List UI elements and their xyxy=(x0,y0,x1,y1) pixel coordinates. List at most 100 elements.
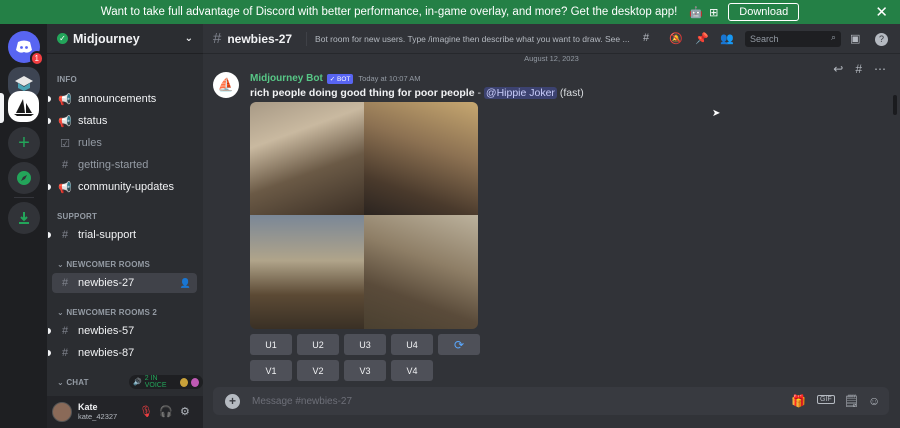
category-newcomer-rooms[interactable]: ⌄ NEWCOMER ROOMS xyxy=(57,260,150,269)
mute-microphone-icon[interactable]: 🎙 xyxy=(139,405,153,418)
threads-hash-icon: # xyxy=(61,347,69,359)
voice-count: 2 IN VOICE xyxy=(144,375,167,389)
gear-icon[interactable]: ⚙ xyxy=(180,405,190,418)
avatar[interactable] xyxy=(52,402,72,422)
message-input[interactable]: Message #newbies-27 xyxy=(252,396,352,407)
close-icon[interactable]: ✕ xyxy=(875,3,888,21)
channel-label: getting-started xyxy=(78,159,149,171)
server-header[interactable]: ✓ Midjourney ⌄ xyxy=(47,24,203,54)
variation-button-3[interactable]: V3 xyxy=(344,360,386,381)
date-divider: August 12, 2023 xyxy=(524,54,579,63)
more-options-icon[interactable]: ⋯ xyxy=(874,62,886,76)
chat-area: August 12, 2023 ↩ # ⋯ ⛵ Midjourney Bot ✓… xyxy=(203,54,900,428)
attach-plus-icon[interactable]: + xyxy=(225,393,240,409)
category-info[interactable]: INFO xyxy=(57,75,77,84)
message-content: rich people doing good thing for poor pe… xyxy=(250,87,584,99)
threads-hash-icon: # xyxy=(61,277,69,289)
chevron-down-icon[interactable]: ⌄ xyxy=(185,33,193,44)
channel-label: newbies-27 xyxy=(78,277,135,289)
voice-avatar xyxy=(191,377,200,387)
add-server-icon[interactable]: + xyxy=(8,127,40,159)
explore-icon[interactable] xyxy=(8,162,40,194)
variation-button-4[interactable]: V4 xyxy=(391,360,433,381)
verified-icon: ✓ xyxy=(57,33,68,44)
variation-button-2[interactable]: V2 xyxy=(297,360,339,381)
invite-icon[interactable]: 👤 xyxy=(180,278,191,289)
voice-status-badge[interactable]: 🔊 2 IN VOICE xyxy=(129,375,203,389)
channel-label: rules xyxy=(78,137,102,149)
megaphone-icon: 📢 xyxy=(58,93,72,106)
category-support[interactable]: SUPPORT xyxy=(57,212,97,221)
image-grid[interactable] xyxy=(250,102,478,329)
threads-hash-icon: # xyxy=(61,325,69,337)
checkbox-icon: ☑ xyxy=(60,137,70,150)
desktop-app-banner: Want to take full advantage of Discord w… xyxy=(0,0,900,24)
unread-indicator xyxy=(48,328,51,334)
channel-community-updates[interactable]: 📢 community-updates xyxy=(48,177,197,197)
user-info[interactable]: Kate kate_42327 xyxy=(78,402,117,422)
midjourney-server-icon[interactable] xyxy=(8,91,39,122)
user-mention[interactable]: @Hippie Joker xyxy=(483,87,557,99)
notification-badge: 1 xyxy=(29,51,44,66)
message-composer[interactable]: + Message #newbies-27 🎁 GIF 🗒 ☺ xyxy=(213,387,889,415)
sticker-icon[interactable]: 🗒 xyxy=(844,394,859,408)
create-thread-icon[interactable]: # xyxy=(855,62,862,76)
reply-icon[interactable]: ↩ xyxy=(833,62,843,76)
category-chat[interactable]: ⌄ CHAT xyxy=(57,378,89,387)
user-panel: Kate kate_42327 🎙 🎧 ⚙ xyxy=(47,396,203,428)
emoji-icon[interactable]: ☺ xyxy=(868,394,880,408)
download-button[interactable]: Download xyxy=(728,3,800,21)
channel-newbies-27[interactable]: # newbies-27 👤 xyxy=(52,273,197,293)
author-name[interactable]: Midjourney Bot xyxy=(250,73,323,84)
generation-speed: (fast) xyxy=(556,87,584,99)
channel-rules[interactable]: ☑ rules xyxy=(52,133,197,153)
inbox-icon[interactable]: ▣ xyxy=(850,32,860,45)
category-label: NEWCOMER ROOMS 2 xyxy=(66,308,158,317)
channel-sidebar: ✓ Midjourney ⌄ INFO 📢 announcements 📢 stat… xyxy=(47,24,203,428)
gif-icon[interactable]: GIF xyxy=(817,395,835,404)
upscale-button-4[interactable]: U4 xyxy=(391,334,433,355)
pin-icon[interactable]: 📌 xyxy=(695,32,709,45)
gift-icon[interactable]: 🎁 xyxy=(791,394,806,408)
chevron-down-icon: ⌄ xyxy=(57,308,67,317)
upscale-button-1[interactable]: U1 xyxy=(250,334,292,355)
search-input[interactable]: Search ⌕ xyxy=(745,31,841,47)
channel-topic[interactable]: Bot room for new users. Type /imagine th… xyxy=(315,34,641,44)
scrollbar-thumb[interactable] xyxy=(893,95,897,115)
help-icon[interactable]: ? xyxy=(875,33,888,46)
member-list-icon[interactable]: 👥 xyxy=(720,32,734,45)
android-icon: 🤖 xyxy=(689,6,704,19)
prompt-text: rich people doing good thing for poor pe… xyxy=(250,87,475,99)
channel-label: newbies-57 xyxy=(78,325,135,337)
upscale-button-2[interactable]: U2 xyxy=(297,334,339,355)
reroll-button[interactable]: ⟳ xyxy=(438,334,480,355)
category-label: NEWCOMER ROOMS xyxy=(66,260,151,269)
channel-label: announcements xyxy=(78,93,157,105)
channel-announcements[interactable]: 📢 announcements xyxy=(48,89,197,109)
threads-icon[interactable]: # xyxy=(643,32,649,44)
unread-indicator xyxy=(48,118,51,124)
channel-status[interactable]: 📢 status xyxy=(48,111,197,131)
speaker-icon: 🔊 xyxy=(133,379,142,386)
rail-divider xyxy=(14,197,34,198)
generated-image-2 xyxy=(364,102,478,215)
category-newcomer-rooms-2[interactable]: ⌄ NEWCOMER ROOMS 2 xyxy=(57,308,157,317)
header-divider xyxy=(306,31,308,46)
notification-bell-muted-icon[interactable]: 🔕 xyxy=(669,32,683,45)
mouse-cursor-icon: ➤ xyxy=(712,108,721,119)
chevron-down-icon: ⌄ xyxy=(57,260,67,269)
headphones-icon[interactable]: 🎧 xyxy=(159,405,173,418)
discord-home-icon[interactable]: 1 xyxy=(8,31,44,66)
channel-trial-support[interactable]: # trial-support xyxy=(48,225,197,245)
upscale-button-3[interactable]: U3 xyxy=(344,334,386,355)
avatar[interactable]: ⛵ xyxy=(213,72,239,98)
channel-getting-started[interactable]: # getting-started xyxy=(52,155,197,175)
chevron-down-icon: ⌄ xyxy=(57,378,67,387)
variation-button-1[interactable]: V1 xyxy=(250,360,292,381)
unread-indicator xyxy=(48,232,51,238)
user-tag: kate_42327 xyxy=(78,412,118,421)
channel-newbies-57[interactable]: # newbies-57 xyxy=(48,321,197,341)
download-apps-icon[interactable] xyxy=(8,202,40,234)
channel-newbies-87[interactable]: # newbies-87 xyxy=(48,343,197,363)
generated-image-3 xyxy=(250,215,364,329)
